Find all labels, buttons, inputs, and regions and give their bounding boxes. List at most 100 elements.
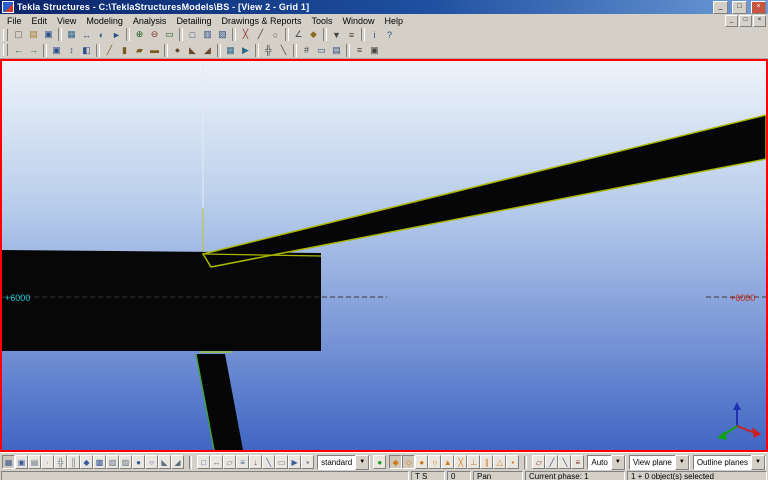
- circle-tool-icon[interactable]: ○: [268, 27, 283, 42]
- select-surfaces-icon[interactable]: ▤: [28, 455, 41, 469]
- numbering-icon[interactable]: #: [299, 43, 314, 57]
- mdi-minimize-button[interactable]: _: [725, 14, 738, 27]
- maximize-button[interactable]: □: [732, 0, 747, 14]
- mirror-icon[interactable]: ◧: [79, 43, 94, 57]
- model-view[interactable]: +6000 +6000: [0, 59, 768, 452]
- properties-icon[interactable]: ≡: [352, 43, 367, 57]
- select-loads-icon[interactable]: ↓: [249, 455, 263, 469]
- select-assemblies-icon[interactable]: ▩: [93, 455, 106, 469]
- snap-reference-points-icon[interactable]: ◆: [389, 455, 403, 469]
- cuts-icon[interactable]: ◢: [200, 43, 215, 57]
- zoom-window-icon[interactable]: ▭: [162, 27, 177, 42]
- select-grid-lines-icon[interactable]: ║: [67, 455, 80, 469]
- create-beam-icon[interactable]: ╱: [102, 43, 117, 57]
- zoom-in-icon[interactable]: ⊕: [132, 27, 147, 42]
- drawings-icon[interactable]: ▭: [314, 43, 329, 57]
- select-phases-icon[interactable]: ≡: [236, 455, 250, 469]
- move-icon[interactable]: ↕: [64, 43, 79, 57]
- chevron-down-icon[interactable]: ▼: [750, 454, 765, 470]
- menu-drawings-reports[interactable]: Drawings & Reports: [216, 16, 306, 26]
- mdi-close-button[interactable]: ×: [753, 14, 766, 27]
- select-grids-icon[interactable]: ╬: [54, 455, 67, 469]
- select-reinforcement-icon[interactable]: ╲: [262, 455, 276, 469]
- select-cuts-icon[interactable]: ◢: [171, 455, 184, 469]
- point-tool-icon[interactable]: ╳: [238, 27, 253, 42]
- new-model-icon[interactable]: ▢: [11, 27, 26, 42]
- menu-window[interactable]: Window: [338, 16, 380, 26]
- phase-manager-icon[interactable]: ≡: [344, 27, 359, 42]
- construction-line-icon[interactable]: ╲: [276, 43, 291, 57]
- inquire-object-icon[interactable]: i: [367, 27, 382, 42]
- menu-modeling[interactable]: Modeling: [81, 16, 128, 26]
- select-single-bolts-icon[interactable]: ○: [145, 455, 158, 469]
- select-joints-icon[interactable]: ◆: [80, 455, 93, 469]
- snap-override-y-icon[interactable]: ╲: [558, 455, 572, 469]
- apply-filter-icon[interactable]: ●: [373, 455, 387, 469]
- close-button[interactable]: ×: [751, 0, 766, 14]
- snap-override-x-icon[interactable]: ╱: [545, 455, 559, 469]
- menu-view[interactable]: View: [52, 16, 81, 26]
- redo-icon[interactable]: →: [26, 43, 41, 57]
- components-catalog-icon[interactable]: ▦: [223, 43, 238, 57]
- undo-icon[interactable]: ←: [11, 43, 26, 57]
- select-objects-in-assemblies-icon[interactable]: ▧: [106, 455, 119, 469]
- mdi-restore-button[interactable]: □: [739, 14, 752, 27]
- menu-help[interactable]: Help: [380, 16, 409, 26]
- menu-detailing[interactable]: Detailing: [171, 16, 216, 26]
- measure-tool-icon[interactable]: ∠: [291, 27, 306, 42]
- select-welds-icon[interactable]: ◣: [158, 455, 171, 469]
- menu-tools[interactable]: Tools: [307, 16, 338, 26]
- reports-icon[interactable]: ▤: [329, 43, 344, 57]
- select-points-icon[interactable]: ∙: [41, 455, 54, 469]
- create-slab-icon[interactable]: ▬: [147, 43, 162, 57]
- snap-center-points-icon[interactable]: ○: [428, 455, 442, 469]
- create-view-icon[interactable]: □: [185, 27, 200, 42]
- bolts-icon[interactable]: ●: [170, 43, 185, 57]
- snap-intersections-icon[interactable]: ╳: [454, 455, 468, 469]
- create-column-icon[interactable]: ▮: [117, 43, 132, 57]
- create-plate-icon[interactable]: ▰: [132, 43, 147, 57]
- line-tool-icon[interactable]: ╱: [253, 27, 268, 42]
- options-icon[interactable]: ▣: [367, 43, 382, 57]
- fit-work-area-icon[interactable]: ▦: [64, 27, 79, 42]
- view-plane-combo[interactable]: View plane ▼: [628, 454, 690, 470]
- pan-tool-icon[interactable]: ↔: [79, 27, 94, 42]
- save-model-icon[interactable]: ▣: [41, 27, 56, 42]
- chevron-down-icon[interactable]: ▼: [355, 454, 370, 470]
- help-icon[interactable]: ?: [382, 27, 397, 42]
- snap-geometry-points-icon[interactable]: ◇: [402, 455, 416, 469]
- fly-tool-icon[interactable]: ►: [109, 27, 124, 42]
- grid-tool-icon[interactable]: ╬: [261, 43, 276, 57]
- snap-depth-combo[interactable]: Auto ▼: [587, 454, 626, 470]
- select-bolts-icon[interactable]: ●: [132, 455, 145, 469]
- outline-planes-combo[interactable]: Outline planes ▼: [692, 454, 766, 470]
- snap-any-icon[interactable]: ▪: [506, 455, 520, 469]
- select-components-icon[interactable]: ▶: [288, 455, 302, 469]
- rotate-tool-icon[interactable]: ◐: [94, 27, 109, 42]
- select-objects-in-components-icon[interactable]: ▨: [119, 455, 132, 469]
- snap-line-extensions-icon[interactable]: ∥: [480, 455, 494, 469]
- select-planes-icon[interactable]: ▱: [223, 455, 237, 469]
- select-objects-icon[interactable]: ▪: [301, 455, 315, 469]
- macros-icon[interactable]: ▶: [238, 43, 253, 57]
- snap-perpendicular-icon[interactable]: ⊥: [467, 455, 481, 469]
- select-surfaces-only-icon[interactable]: ▭: [275, 455, 289, 469]
- named-views-icon[interactable]: ▧: [215, 27, 230, 42]
- menu-file[interactable]: File: [2, 16, 27, 26]
- open-model-icon[interactable]: ▤: [26, 27, 41, 42]
- select-distances-icon[interactable]: ↔: [210, 455, 224, 469]
- copy-icon[interactable]: ▣: [49, 43, 64, 57]
- toolbar-drag-handle[interactable]: [3, 44, 8, 56]
- snap-nearest-icon[interactable]: △: [493, 455, 507, 469]
- chevron-down-icon[interactable]: ▼: [674, 454, 689, 470]
- menu-edit[interactable]: Edit: [27, 16, 53, 26]
- menu-analysis[interactable]: Analysis: [128, 16, 172, 26]
- chevron-down-icon[interactable]: ▼: [610, 454, 625, 470]
- select-all-icon[interactable]: ▦: [2, 455, 15, 469]
- welds-icon[interactable]: ◣: [185, 43, 200, 57]
- snap-lock-coordinate-icon[interactable]: ≡: [571, 455, 585, 469]
- zoom-out-icon[interactable]: ⊖: [147, 27, 162, 42]
- minimize-button[interactable]: _: [713, 0, 728, 14]
- select-parts-icon[interactable]: ▣: [15, 455, 28, 469]
- snap-midpoints-icon[interactable]: ▲: [441, 455, 455, 469]
